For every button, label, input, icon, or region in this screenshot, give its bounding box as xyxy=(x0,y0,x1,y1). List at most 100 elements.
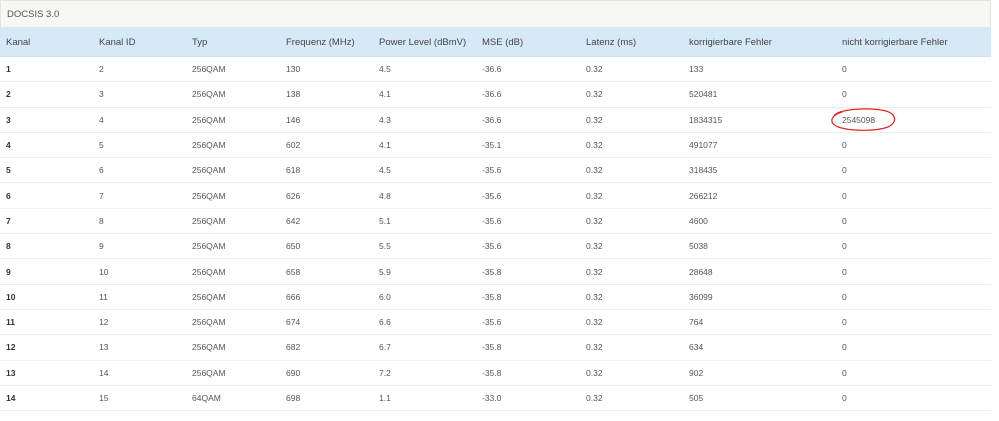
cell-korrigierbare-fehler: 28648 xyxy=(683,258,836,285)
cell-mse: -35.6 xyxy=(476,157,580,184)
cell-mse: -35.8 xyxy=(476,360,580,386)
cell-nicht-korrigierbare-fehler: 0 xyxy=(836,385,991,412)
col-header-latenz: Latenz (ms) xyxy=(580,28,683,57)
cell-frequenz: 146 xyxy=(280,107,373,133)
cell-korrigierbare-fehler: 902 xyxy=(683,360,836,386)
highlighted-value: 2545098 xyxy=(831,108,896,131)
cell-korrigierbare-fehler: 318435 xyxy=(683,157,836,184)
col-header-typ: Typ xyxy=(186,28,280,57)
cell-korrigierbare-fehler: 1834315 xyxy=(683,107,836,133)
cell-typ: 256QAM xyxy=(186,360,280,386)
cell-kanal-id: 11 xyxy=(93,284,186,310)
cell-typ: 256QAM xyxy=(186,81,280,108)
cell-frequenz: 698 xyxy=(280,385,373,412)
docsis-channel-table: Kanal Kanal ID Typ Frequenz (MHz) Power … xyxy=(0,28,991,412)
cell-korrigierbare-fehler: 36099 xyxy=(683,284,836,310)
cell-typ: 64QAM xyxy=(186,385,280,412)
cell-kanal-id: 2 xyxy=(93,56,186,83)
cell-kanal: 14 xyxy=(0,385,93,412)
cell-korrigierbare-fehler: 266212 xyxy=(683,182,836,209)
cell-mse: -36.6 xyxy=(476,107,580,133)
cell-latenz: 0.32 xyxy=(580,132,683,159)
col-header-nicht-korrigierbare-fehler: nicht korrigierbare Fehler xyxy=(836,28,991,57)
cell-power-level: 4.1 xyxy=(373,81,476,108)
cell-power-level: 6.6 xyxy=(373,309,476,336)
col-header-mse: MSE (dB) xyxy=(476,28,580,57)
cell-korrigierbare-fehler: 5038 xyxy=(683,233,836,260)
cell-korrigierbare-fehler: 133 xyxy=(683,56,836,83)
cell-kanal: 7 xyxy=(0,208,93,235)
cell-frequenz: 674 xyxy=(280,309,373,336)
cell-frequenz: 658 xyxy=(280,258,373,285)
cell-mse: -35.6 xyxy=(476,208,580,235)
cell-power-level: 4.5 xyxy=(373,56,476,83)
col-header-frequenz: Frequenz (MHz) xyxy=(280,28,373,57)
cell-typ: 256QAM xyxy=(186,258,280,285)
cell-kanal: 12 xyxy=(0,334,93,361)
cell-nicht-korrigierbare-fehler: 0 xyxy=(836,334,991,361)
cell-nicht-korrigierbare-fehler: 0 xyxy=(836,132,991,159)
cell-nicht-korrigierbare-fehler: 0 xyxy=(836,56,991,83)
cell-frequenz: 130 xyxy=(280,56,373,83)
table-row: 3 4 256QAM 146 4.3 -36.6 0.32 1834315 25… xyxy=(0,107,991,133)
cell-typ: 256QAM xyxy=(186,157,280,184)
cell-nicht-korrigierbare-fehler: 0 xyxy=(836,233,991,260)
cell-kanal-id: 14 xyxy=(93,360,186,386)
highlighted-value-text: 2545098 xyxy=(842,114,876,125)
cell-kanal: 13 xyxy=(0,360,93,386)
cell-power-level: 5.5 xyxy=(373,233,476,260)
table-row: 4 5 256QAM 602 4.1 -35.1 0.32 491077 0 xyxy=(0,132,991,159)
cell-frequenz: 642 xyxy=(280,208,373,235)
table-row: 14 15 64QAM 698 1.1 -33.0 0.32 505 0 xyxy=(0,385,991,412)
cell-kanal: 9 xyxy=(0,258,93,285)
table-row: 13 14 256QAM 690 7.2 -35.8 0.32 902 0 xyxy=(0,360,991,386)
cell-power-level: 4.1 xyxy=(373,132,476,159)
cell-korrigierbare-fehler: 520481 xyxy=(683,81,836,108)
cell-mse: -35.8 xyxy=(476,258,580,285)
cell-kanal-id: 4 xyxy=(93,107,186,133)
cell-latenz: 0.32 xyxy=(580,258,683,285)
cell-kanal-id: 9 xyxy=(93,233,186,260)
cell-typ: 256QAM xyxy=(186,284,280,310)
cell-latenz: 0.32 xyxy=(580,233,683,260)
cell-kanal-id: 15 xyxy=(93,385,186,412)
cell-korrigierbare-fehler: 491077 xyxy=(683,132,836,159)
cell-power-level: 4.5 xyxy=(373,157,476,184)
page-edge xyxy=(991,0,999,421)
cell-mse: -36.6 xyxy=(476,81,580,108)
cell-kanal: 5 xyxy=(0,157,93,184)
cell-latenz: 0.32 xyxy=(580,334,683,361)
cell-power-level: 6.0 xyxy=(373,284,476,310)
cell-power-level: 7.2 xyxy=(373,360,476,386)
cell-frequenz: 138 xyxy=(280,81,373,108)
table-header-row: Kanal Kanal ID Typ Frequenz (MHz) Power … xyxy=(0,28,991,57)
cell-nicht-korrigierbare-fehler: 0 xyxy=(836,81,991,108)
cell-power-level: 4.8 xyxy=(373,182,476,209)
cell-kanal-id: 12 xyxy=(93,309,186,336)
cell-mse: -35.6 xyxy=(476,233,580,260)
cell-frequenz: 666 xyxy=(280,284,373,310)
table-row: 9 10 256QAM 658 5.9 -35.8 0.32 28648 0 xyxy=(0,258,991,285)
cell-kanal: 8 xyxy=(0,233,93,260)
cell-typ: 256QAM xyxy=(186,208,280,235)
table-row: 11 12 256QAM 674 6.6 -35.6 0.32 764 0 xyxy=(0,309,991,336)
col-header-korrigierbare-fehler: korrigierbare Fehler xyxy=(683,28,836,57)
cell-nicht-korrigierbare-fehler: 0 xyxy=(836,258,991,285)
cell-kanal-id: 13 xyxy=(93,334,186,361)
cell-latenz: 0.32 xyxy=(580,56,683,83)
cell-kanal: 10 xyxy=(0,284,93,310)
cell-kanal-id: 5 xyxy=(93,132,186,159)
cell-nicht-korrigierbare-fehler: 0 xyxy=(836,309,991,336)
cell-kanal: 6 xyxy=(0,182,93,209)
section-title: DOCSIS 3.0 xyxy=(7,8,60,20)
cell-typ: 256QAM xyxy=(186,309,280,336)
table-row: 1 2 256QAM 130 4.5 -36.6 0.32 133 0 xyxy=(0,56,991,83)
cell-korrigierbare-fehler: 634 xyxy=(683,334,836,361)
cell-mse: -33.0 xyxy=(476,385,580,412)
cell-kanal-id: 8 xyxy=(93,208,186,235)
table-row: 5 6 256QAM 618 4.5 -35.6 0.32 318435 0 xyxy=(0,157,991,184)
section-header: DOCSIS 3.0 xyxy=(0,0,991,28)
cell-typ: 256QAM xyxy=(186,334,280,361)
cell-typ: 256QAM xyxy=(186,107,280,133)
cell-typ: 256QAM xyxy=(186,56,280,83)
